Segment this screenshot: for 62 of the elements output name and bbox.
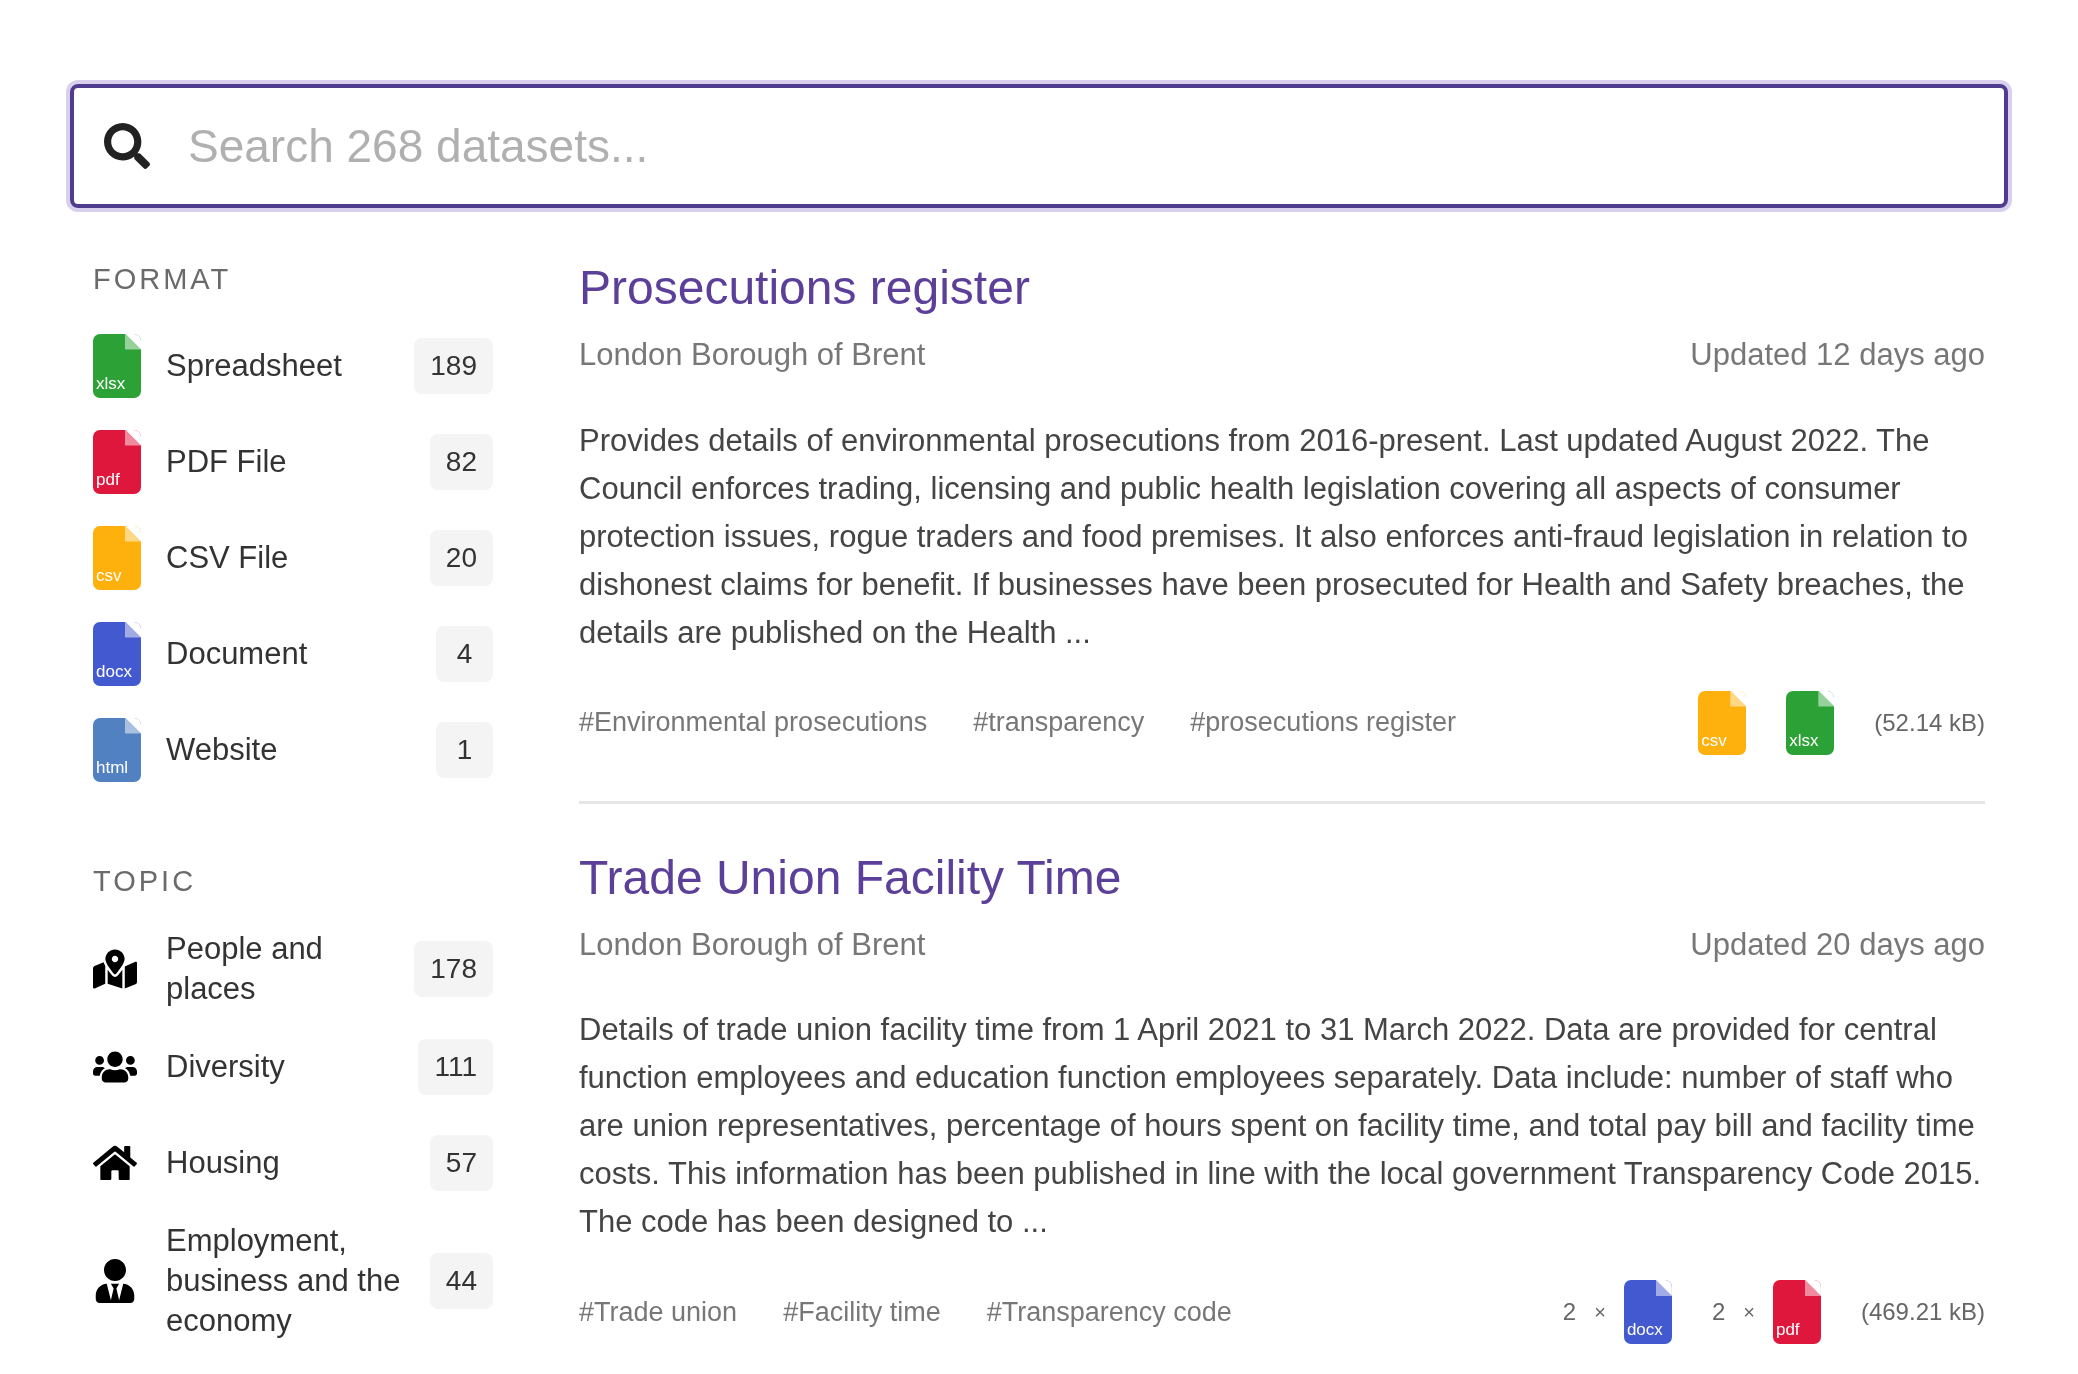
file-icon: pdf	[1772, 1280, 1821, 1344]
file-icon: docx	[93, 621, 141, 686]
tag-link[interactable]: #transparency	[973, 702, 1145, 743]
map-icon	[93, 947, 137, 991]
filter-label: Website	[166, 730, 279, 769]
filter-label: PDF File	[166, 442, 288, 481]
person-icon	[93, 1259, 137, 1303]
tag-link[interactable]: #Facility time	[783, 1291, 941, 1333]
file-icon: docx	[1623, 1280, 1672, 1344]
file-icon: pdf	[93, 429, 141, 494]
section-heading: TOPIC	[93, 863, 198, 899]
times-sign: ×	[1743, 1300, 1755, 1325]
count-badge: 57	[429, 1135, 493, 1191]
filter-label: Document	[166, 634, 309, 673]
publisher: London Borough of Brent	[579, 925, 926, 964]
times-sign: ×	[1594, 1300, 1606, 1325]
filter-item[interactable]: xlsx Spreadsheet 189	[93, 327, 493, 404]
filter-label: Employment, business and the economy	[166, 1222, 402, 1340]
count-badge: 4	[436, 625, 493, 682]
count-badge: 82	[429, 433, 493, 490]
filter-item[interactable]: csv CSV File 20	[93, 519, 493, 596]
filter-item[interactable]: html Website 1	[93, 711, 493, 788]
filter-item[interactable]: docx Document 4	[93, 615, 493, 692]
file-icon: csv	[93, 525, 141, 590]
file-icon: xlsx	[93, 333, 141, 398]
filter-item[interactable]: pdf PDF File 82	[93, 423, 493, 500]
filter-item[interactable]: People and places 178	[93, 929, 493, 1009]
search-icon	[104, 123, 150, 169]
tag-link[interactable]: #Transparency code	[986, 1291, 1232, 1333]
filter-item[interactable]: Housing 57	[93, 1125, 493, 1201]
count-badge: 178	[414, 941, 493, 997]
count-badge: 111	[418, 1039, 493, 1095]
dataset-title[interactable]: Trade Union Facility Time	[579, 847, 1985, 908]
tag-link[interactable]: #Trade union	[579, 1291, 738, 1333]
filter-label: Diversity	[166, 1048, 286, 1086]
file-size: (469.21 kB)	[1860, 1297, 1985, 1327]
dataset-title[interactable]: Prosecutions register	[579, 258, 1985, 318]
filter-item[interactable]: Employment, business and the economy 44	[93, 1221, 493, 1341]
count-badge: 20	[429, 529, 493, 586]
filter-label: CSV File	[166, 538, 290, 577]
section-heading: FORMAT	[93, 262, 233, 297]
updated-date: Updated 12 days ago	[1690, 336, 1985, 374]
dataset-description: Details of trade union facility time from 1 April 2021 to 31 March 2022. Data are provided for central function employees and education function employees separately. Data include: number of staff who are union representatives, percentage of hours spent on facility time, and total pay bill and facility time costs. This information has been published in line with the local government Transparency Code 2015. The code has been designed to ...	[579, 1011, 1983, 1241]
file-icon: html	[93, 717, 141, 782]
file-count: 2	[1711, 1297, 1726, 1327]
updated-date: Updated 20 days ago	[1690, 925, 1985, 964]
tag-link[interactable]: #Environmental prosecutions	[579, 702, 928, 743]
search-field[interactable]: Search 268 datasets...	[188, 111, 1974, 181]
tag-link[interactable]: #prosecutions register	[1190, 702, 1456, 743]
count-badge: 1	[436, 721, 493, 778]
filter-label: Spreadsheet	[166, 346, 343, 385]
count-badge: 189	[414, 337, 493, 394]
file-count: 2	[1562, 1297, 1577, 1327]
dataset-description: Provides details of environmental prosecutions from 2016-present. Last updated August 2022. The Council enforces trading, licensing and public health legislation covering all aspects of consumer protection issues, rogue traders and food premises. It also enforces anti-fraud legislation in relation to dishonest claims for benefit. If businesses have been prosecuted for Health and Safety breaches, the details are published on the Health ...	[579, 421, 1969, 652]
file-icon: xlsx	[1786, 690, 1835, 755]
publisher: London Borough of Brent	[579, 336, 926, 374]
filter-item[interactable]: Diversity 111	[93, 1029, 493, 1105]
count-badge: 44	[429, 1253, 493, 1309]
file-icon: csv	[1698, 690, 1747, 755]
filter-label: People and places	[166, 930, 324, 1008]
filter-label: Housing	[166, 1144, 281, 1182]
file-size: (52.14 kB)	[1874, 707, 1985, 738]
